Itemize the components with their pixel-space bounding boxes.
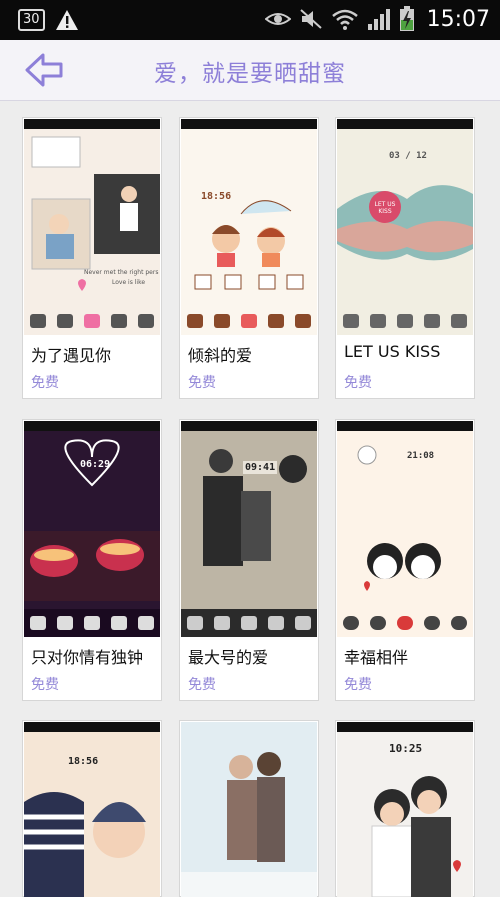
theme-price: 免费 (344, 375, 372, 391)
theme-price: 免费 (188, 677, 216, 693)
eye-icon (264, 13, 291, 25)
theme-grid: Never met the right pers Love is like 为了… (0, 100, 500, 897)
theme-name: 幸福相伴 (344, 648, 409, 667)
theme-name: 倾斜的爱 (188, 346, 253, 365)
theme-name: LET US KISS (344, 342, 441, 361)
theme-card-0[interactable]: Never met the right pers Love is like 为了… (22, 117, 162, 399)
theme-preview: 06:29 (24, 421, 160, 637)
theme-preview (181, 722, 317, 897)
theme-card-8[interactable]: 10:25 (335, 720, 475, 897)
preview-clock: 06:29 (80, 459, 111, 470)
theme-preview: 21:08 (337, 421, 473, 637)
theme-card-7[interactable] (179, 720, 319, 897)
theme-card-2[interactable]: 03 / 12 LET US KISS LET US KISS 免费 (335, 117, 475, 399)
theme-card-3[interactable]: 06:29 只对你情有独钟 免费 (22, 419, 162, 701)
title-bar: 爱，就是要晒甜蜜 (0, 40, 500, 101)
wifi-icon (331, 9, 358, 30)
signal-icon (367, 9, 390, 30)
theme-preview: Never met the right pers Love is like (24, 119, 160, 335)
preview-dock (181, 307, 317, 335)
battery-charging-icon (399, 6, 414, 31)
mute-icon (299, 9, 322, 29)
status-bar: 30 15:07 (0, 0, 500, 40)
warning-icon (55, 10, 78, 30)
page-title: 爱，就是要晒甜蜜 (154, 61, 346, 87)
theme-price: 免费 (31, 677, 59, 693)
status-time: 15:07 (426, 6, 490, 32)
preview-caption-1: Never met the right pers (84, 269, 159, 276)
theme-price: 免费 (31, 375, 59, 391)
theme-card-1[interactable]: 18:56 倾斜的爱 免费 (179, 117, 319, 399)
theme-name: 只对你情有独钟 (31, 648, 144, 667)
theme-preview: 09:41 (181, 421, 317, 637)
notification-count-badge: 30 (18, 9, 45, 31)
preview-caption-2: Love is like (112, 279, 146, 286)
preview-dock (337, 609, 473, 637)
theme-preview: 18:56 (181, 119, 317, 335)
preview-dock (24, 307, 160, 335)
preview-dock (24, 609, 160, 637)
theme-price: 免费 (188, 375, 216, 391)
preview-kiss-label: LET US KISS (374, 201, 396, 215)
theme-preview: 03 / 12 LET US KISS (337, 119, 473, 335)
theme-price: 免费 (344, 677, 372, 693)
theme-card-4[interactable]: 09:41 最大号的爱 免费 (179, 419, 319, 701)
preview-dock (337, 307, 473, 335)
preview-clock: 09:41 (243, 461, 278, 474)
theme-card-6[interactable]: 18:56 (22, 720, 162, 897)
theme-name: 最大号的爱 (188, 648, 269, 667)
theme-preview: 10:25 (337, 722, 473, 897)
theme-card-5[interactable]: 21:08 幸福相伴 免费 (335, 419, 475, 701)
theme-preview: 18:56 (24, 722, 160, 897)
preview-dock (181, 609, 317, 637)
theme-name: 为了遇见你 (31, 346, 112, 365)
